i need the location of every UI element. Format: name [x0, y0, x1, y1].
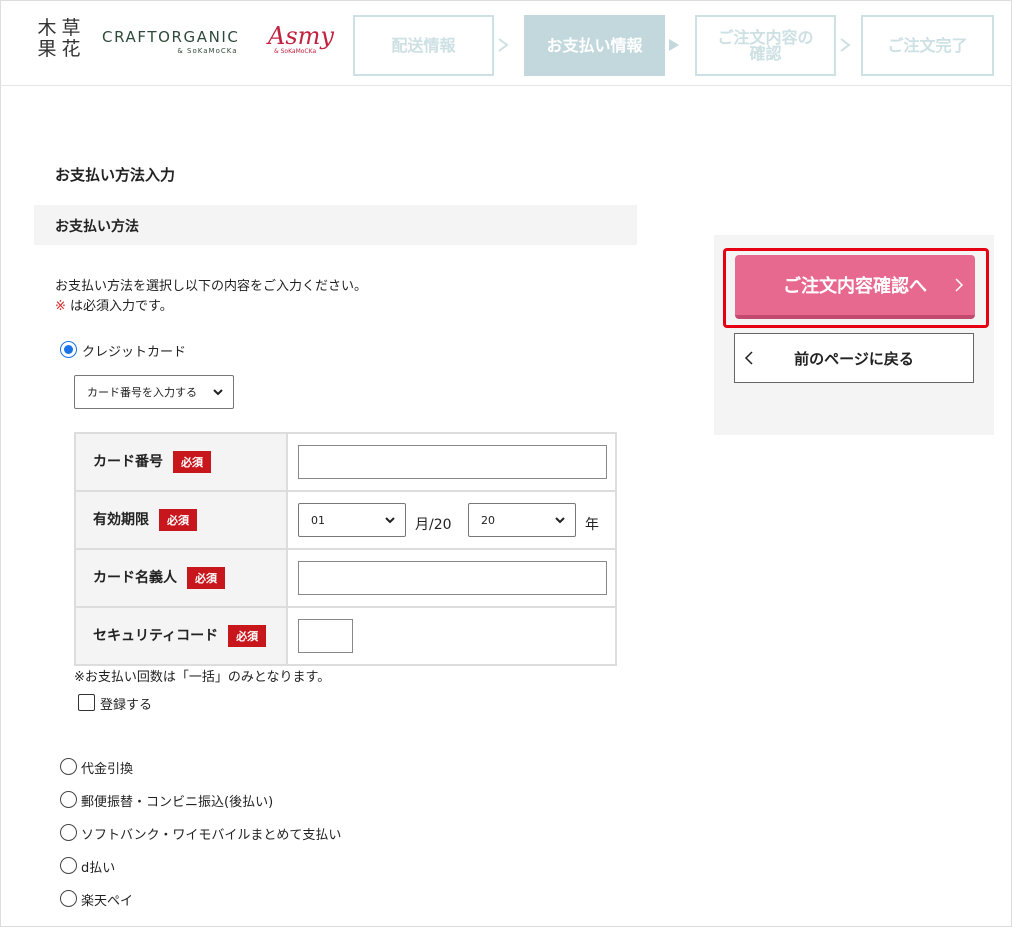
chevron-left-icon	[744, 351, 753, 365]
postal-convenience-radio[interactable]	[60, 791, 77, 808]
card-number-label-cell: カード番号 必須	[74, 432, 288, 492]
security-code-label-cell: セキュリティコード 必須	[74, 606, 288, 666]
page-title: お支払い方法入力	[55, 166, 176, 184]
table-row: カード番号 必須	[74, 432, 617, 492]
cod-radio[interactable]	[60, 758, 77, 775]
card-name-input[interactable]	[298, 561, 607, 595]
step-order-complete: ご注文完了	[861, 15, 994, 76]
card-number-label: カード番号	[93, 454, 163, 470]
expiry-label: 有効期限	[93, 512, 149, 528]
asmy-logo-text: Asmy	[268, 22, 334, 50]
step-label: ご注文完了	[887, 35, 968, 55]
table-row: 有効期限 必須 01 月/20 20 年	[74, 490, 617, 550]
step-arrow-icon	[498, 38, 509, 52]
security-code-cell	[286, 606, 617, 666]
required-badge: 必須	[228, 625, 267, 647]
step-payment-info: お支払い情報	[524, 15, 665, 76]
credit-card-radio[interactable]	[60, 341, 77, 358]
required-badge: 必須	[173, 451, 211, 473]
required-note: ※ は必須入力です。	[55, 297, 367, 317]
card-number-cell	[286, 432, 617, 492]
table-row: セキュリティコード 必須	[74, 606, 617, 666]
step-shipping-info: 配送情報	[353, 15, 494, 76]
step-order-confirm: ご注文内容の 確認	[695, 15, 836, 76]
step-label: 配送情報	[391, 35, 456, 55]
instruction-text: お支払い方法を選択し以下の内容をご入力ください。 ※ は必須入力です。	[55, 277, 367, 317]
step-label: 確認	[749, 43, 782, 63]
softbank-label: ソフトバンク・ワイモバイルまとめて支払い	[81, 828, 342, 843]
back-button[interactable]: 前のページに戻る	[734, 333, 974, 383]
register-card-label: 登録する	[100, 698, 153, 713]
security-code-input[interactable]	[298, 619, 353, 653]
expiry-cell: 01 月/20 20 年	[286, 490, 617, 550]
payment-method-heading-text: お支払い方法	[55, 219, 139, 235]
expiry-label-cell: 有効期限 必須	[74, 490, 288, 550]
rakuten-pay-radio[interactable]	[60, 890, 77, 907]
logo-char: 果	[37, 38, 59, 60]
credit-card-label: クレジットカード	[82, 345, 187, 360]
installment-note: ※お支払い回数は「一括」のみとなります。	[74, 670, 331, 685]
d-barai-label: d払い	[81, 861, 116, 876]
card-number-input[interactable]	[298, 445, 607, 479]
table-row: カード名義人 必須	[74, 548, 617, 608]
craftorganic-logo[interactable]: CRAFTORGANIC & SoKaMoCKa	[102, 28, 240, 55]
card-input-mode-value: カード番号を入力する	[87, 386, 197, 399]
expiry-month-value: 01	[311, 513, 325, 527]
d-barai-radio[interactable]	[60, 857, 77, 874]
step-arrow-icon	[840, 38, 851, 52]
logo-char: 花	[61, 38, 83, 60]
card-name-label-cell: カード名義人 必須	[74, 548, 288, 608]
instruction-line: お支払い方法を選択し以下の内容をご入力ください。	[55, 279, 368, 294]
expiry-year-suffix: 年	[585, 517, 599, 533]
payment-method-heading: お支払い方法	[34, 205, 637, 245]
required-note-text: は必須入力です。	[65, 299, 173, 314]
logo-char: 木	[37, 17, 59, 39]
header: 木草 果花 CRAFTORGANIC & SoKaMoCKa Asmy & So…	[0, 0, 1012, 86]
card-name-label: カード名義人	[93, 570, 177, 586]
expiry-year-value: 20	[481, 513, 495, 527]
softbank-radio[interactable]	[60, 824, 77, 841]
expiry-year-select[interactable]: 20	[468, 503, 576, 537]
confirm-order-button[interactable]: ご注文内容確認へ	[735, 255, 975, 319]
required-mark: ※	[55, 299, 66, 314]
asmy-logo[interactable]: Asmy & SoKaMoCKa	[268, 22, 334, 55]
expiry-month-suffix: 月/20	[415, 517, 452, 533]
kusaka-logo[interactable]: 木草 果花	[36, 18, 90, 60]
required-badge: 必須	[187, 567, 225, 589]
back-button-label: 前のページに戻る	[794, 349, 914, 368]
chevron-down-icon	[385, 517, 395, 524]
craftorganic-logo-text: CRAFTORGANIC	[102, 28, 240, 46]
security-code-label: セキュリティコード	[93, 628, 219, 644]
expiry-month-select[interactable]: 01	[298, 503, 406, 537]
cod-label: 代金引換	[81, 762, 134, 777]
step-arrow-icon	[669, 39, 679, 51]
register-card-checkbox[interactable]	[78, 694, 95, 711]
chevron-down-icon	[213, 389, 223, 396]
card-input-mode-select[interactable]: カード番号を入力する	[74, 375, 234, 409]
rakuten-pay-label: 楽天ペイ	[81, 894, 134, 909]
credit-card-form-table: カード番号必須 有効期限必須 01 月/20 20 年 カード名義人必須	[74, 432, 617, 666]
postal-convenience-label: 郵便振替・コンビニ振込(後払い)	[81, 795, 274, 810]
card-name-cell	[286, 548, 617, 608]
logo-char: 草	[61, 17, 83, 39]
required-badge: 必須	[159, 509, 197, 531]
confirm-order-button-label: ご注文内容確認へ	[783, 276, 927, 297]
craftorganic-logo-sub: & SoKaMoCKa	[177, 47, 238, 55]
step-label: お支払い情報	[546, 35, 643, 55]
chevron-down-icon	[555, 517, 565, 524]
chevron-right-icon	[955, 278, 964, 292]
